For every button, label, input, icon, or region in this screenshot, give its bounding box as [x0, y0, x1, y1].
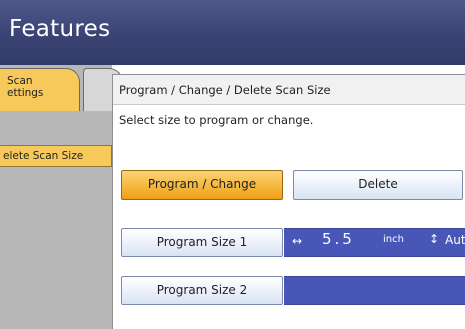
tab-scan-settings-label: Scan ettings [7, 75, 44, 99]
screen: e Features Scan ettings elete Scan Size … [0, 0, 465, 329]
program-size-2-value-bar [284, 276, 465, 305]
program-change-button[interactable]: Program / Change [121, 170, 283, 200]
scan-size-dialog: Program / Change / Delete Scan Size Sele… [112, 74, 465, 329]
instruction-text: Select size to program or change. [119, 113, 314, 127]
delete-button[interactable]: Delete [293, 170, 463, 200]
left-right-arrow-icon: ↔ [292, 234, 303, 248]
program-size-2-button[interactable]: Program Size 2 [121, 276, 283, 305]
width-value: 5.5 [322, 230, 355, 248]
menu-delete-scan-size[interactable]: elete Scan Size [0, 145, 112, 167]
tab-scan-settings[interactable]: Scan ettings [0, 68, 80, 111]
width-unit: inch [383, 234, 404, 245]
dialog-header: Program / Change / Delete Scan Size [113, 75, 465, 105]
title-bar: e Features [0, 0, 465, 65]
program-change-button-label: Program / Change [147, 177, 257, 191]
dialog-title: Program / Change / Delete Scan Size [119, 83, 331, 97]
program-size-1-value-bar: ↔ 5.5 inch ↕ Aut [284, 228, 465, 257]
program-size-1-button[interactable]: Program Size 1 [121, 228, 283, 257]
program-size-1-label: Program Size 1 [156, 235, 248, 249]
menu-delete-scan-size-label: elete Scan Size [3, 150, 84, 162]
page-title: e Features [0, 16, 111, 42]
program-size-2-label: Program Size 2 [156, 283, 248, 297]
height-value: Aut [445, 233, 465, 247]
up-down-arrow-icon: ↕ [429, 232, 440, 246]
delete-button-label: Delete [358, 177, 398, 191]
